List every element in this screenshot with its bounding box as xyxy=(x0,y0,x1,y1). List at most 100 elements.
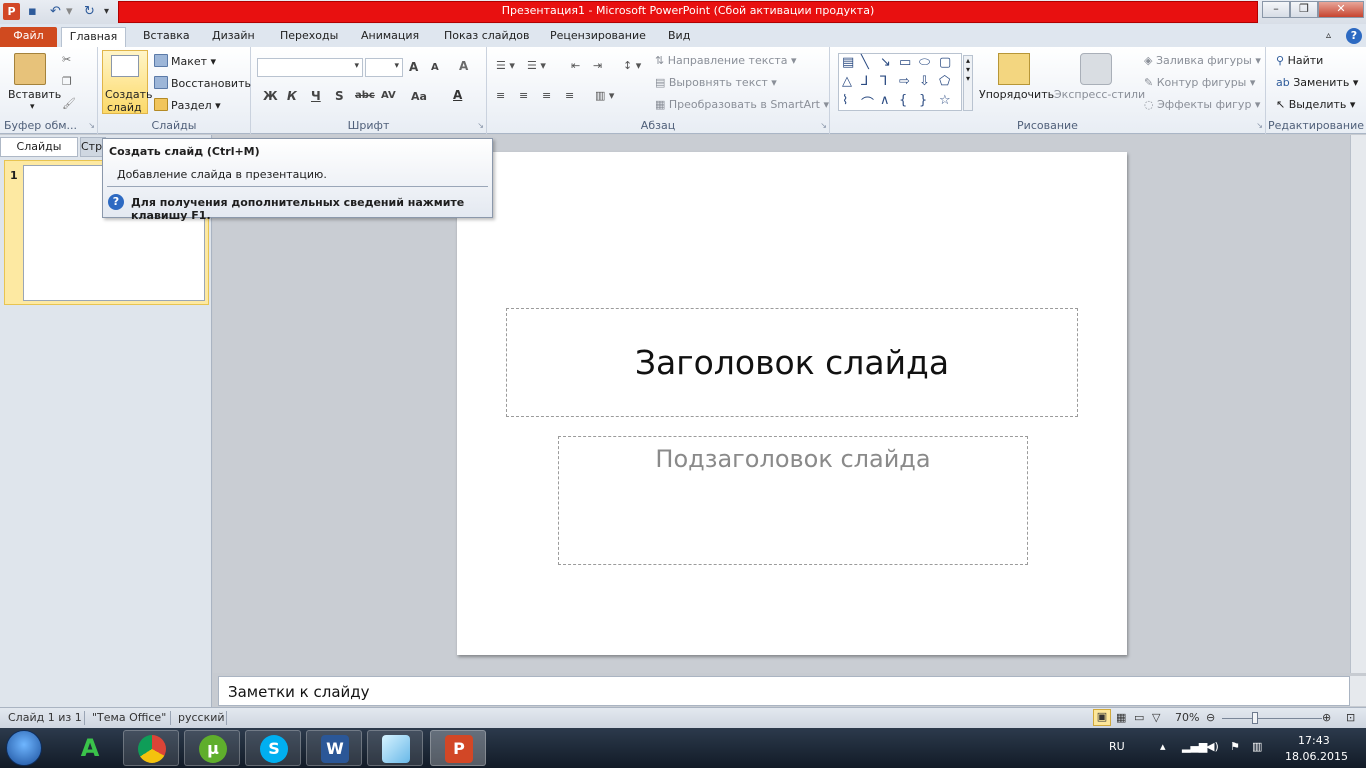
tab-review[interactable]: Рецензирование xyxy=(550,27,646,47)
network-icon[interactable]: ▥ xyxy=(1252,740,1262,753)
taskbar-notes-app[interactable] xyxy=(367,730,423,766)
font-name-combo[interactable] xyxy=(257,58,363,77)
normal-view-icon[interactable]: ▣ xyxy=(1093,709,1111,726)
shape-effects-button[interactable]: ◌ Эффекты фигур ▾ xyxy=(1144,98,1260,111)
minimize-ribbon-icon[interactable]: ▵ xyxy=(1326,27,1331,47)
reset-button[interactable]: Восстановить xyxy=(154,76,251,90)
underline-button[interactable]: Ч xyxy=(311,89,321,103)
reading-view-icon[interactable]: ▭ xyxy=(1134,711,1144,724)
tab-view[interactable]: Вид xyxy=(668,27,690,47)
arrange-icon[interactable] xyxy=(998,53,1030,85)
shrink-font-button[interactable]: A xyxy=(431,62,439,73)
customize-qat-icon[interactable]: ▾ xyxy=(104,3,109,21)
zoom-out-icon[interactable]: ⊖ xyxy=(1206,711,1215,724)
tab-file[interactable]: Файл xyxy=(0,27,57,47)
clear-format-button[interactable]: A xyxy=(459,59,468,73)
align-left-icon[interactable]: ≡ xyxy=(496,89,505,102)
arrange-button[interactable]: Упорядочить xyxy=(979,88,1054,101)
close-button[interactable]: ✕ xyxy=(1318,1,1364,18)
font-size-combo[interactable] xyxy=(365,58,403,77)
font-color-button[interactable]: A xyxy=(453,88,462,102)
quick-styles-icon[interactable] xyxy=(1080,53,1112,85)
strikethrough-button[interactable]: abc xyxy=(355,90,375,101)
powerpoint-app-icon[interactable]: P xyxy=(3,3,20,20)
redo-icon[interactable]: ↻ xyxy=(84,3,95,21)
start-button[interactable] xyxy=(6,730,42,766)
increase-indent-icon[interactable]: ⇥ xyxy=(593,59,602,72)
character-spacing-button[interactable]: AV xyxy=(381,90,396,101)
theme-status[interactable]: "Тема Office" xyxy=(92,711,166,724)
grow-font-button[interactable]: A xyxy=(409,60,418,74)
rounded-rect-shape-icon[interactable]: ▢ xyxy=(939,55,951,70)
convert-smartart-button[interactable]: ▦ Преобразовать в SmartArt ▾ xyxy=(655,98,829,111)
taskbar-app-a[interactable]: A xyxy=(62,730,118,766)
find-button[interactable]: ⚲ Найти xyxy=(1276,54,1323,67)
undo-icon[interactable]: ↶ xyxy=(50,3,61,21)
notes-scrollbar[interactable] xyxy=(1350,676,1366,706)
shapes-gallery[interactable]: ▤ ╲ ↘ ▭ ⬭ ▢ △ ⅃ ⅂ ⇨ ⇩ ⬠ ⌇ ⌒ ∧ { } ☆ xyxy=(838,53,962,112)
save-icon[interactable]: ▪ xyxy=(28,3,37,21)
taskbar-skype[interactable]: S xyxy=(245,730,301,766)
clipboard-launcher-icon[interactable]: ↘ xyxy=(88,121,95,130)
bullets-icon[interactable]: ☰ ▾ xyxy=(496,59,515,72)
help-icon[interactable]: ? xyxy=(1346,28,1362,44)
shadow-button[interactable]: S xyxy=(335,89,344,103)
columns-icon[interactable]: ▥ ▾ xyxy=(595,89,614,102)
decrease-indent-icon[interactable]: ⇤ xyxy=(571,59,580,72)
textbox-shape-icon[interactable]: ▤ xyxy=(842,55,854,70)
tab-home[interactable]: Главная xyxy=(61,27,126,47)
font-launcher-icon[interactable]: ↘ xyxy=(477,121,484,130)
paste-button[interactable]: Вставить xyxy=(8,88,61,101)
line-shape-icon[interactable]: ╲ xyxy=(861,55,869,70)
line-spacing-icon[interactable]: ↕ ▾ xyxy=(623,59,641,72)
taskbar-powerpoint[interactable]: P xyxy=(430,730,486,766)
vertical-scrollbar[interactable] xyxy=(1350,135,1366,673)
tab-slideshow[interactable]: Показ слайдов xyxy=(444,27,530,47)
zoom-slider-track[interactable] xyxy=(1222,718,1322,719)
zoom-level[interactable]: 70% xyxy=(1175,711,1199,724)
zoom-in-icon[interactable]: ⊕ xyxy=(1322,711,1331,724)
drawing-launcher-icon[interactable]: ↘ xyxy=(1256,121,1263,130)
rectangle-shape-icon[interactable]: ▭ xyxy=(899,55,911,70)
arrow-line-shape-icon[interactable]: ↘ xyxy=(880,55,891,70)
cut-icon[interactable]: ✂ xyxy=(62,53,71,66)
taskbar-chrome[interactable] xyxy=(123,730,179,766)
numbering-icon[interactable]: ☰ ▾ xyxy=(527,59,546,72)
taskbar-utorrent[interactable]: µ xyxy=(184,730,240,766)
elbow-connector-shape-icon[interactable]: ⅃ xyxy=(861,74,868,89)
elbow-arrow-shape-icon[interactable]: ⅂ xyxy=(880,74,887,89)
left-brace-shape-icon[interactable]: { xyxy=(899,93,907,108)
signal-icon[interactable]: ▂▄▆ xyxy=(1182,740,1207,753)
select-button[interactable]: ↖ Выделить ▾ xyxy=(1276,98,1355,111)
minimize-button[interactable]: – xyxy=(1262,1,1290,18)
restore-button[interactable]: ❐ xyxy=(1290,1,1318,18)
shapes-scroll-icon[interactable]: ▴ ▾ ▾ xyxy=(963,55,973,111)
layout-button[interactable]: Макет ▾ xyxy=(154,54,216,68)
tab-animation[interactable]: Анимация xyxy=(361,27,419,47)
paragraph-launcher-icon[interactable]: ↘ xyxy=(820,121,827,130)
right-brace-shape-icon[interactable]: } xyxy=(919,93,927,108)
paste-icon[interactable] xyxy=(14,53,46,85)
slide-sorter-icon[interactable]: ▦ xyxy=(1116,711,1126,724)
clock-time[interactable]: 17:43 xyxy=(1298,734,1330,747)
right-arrow-shape-icon[interactable]: ⇨ xyxy=(899,74,910,89)
tab-insert[interactable]: Вставка xyxy=(143,27,190,47)
star-shape-icon[interactable]: ☆ xyxy=(939,93,951,108)
subtitle-placeholder[interactable]: Подзаголовок слайда xyxy=(558,436,1028,565)
align-text-button[interactable]: ▤ Выровнять текст ▾ xyxy=(655,76,777,89)
section-button[interactable]: Раздел ▾ xyxy=(154,98,221,112)
triangle-shape-icon[interactable]: △ xyxy=(842,74,852,89)
freeform-shape-icon[interactable]: ⌇ xyxy=(842,93,848,108)
down-arrow-shape-icon[interactable]: ⇩ xyxy=(919,74,930,89)
curve-shape-icon[interactable]: ⌒ xyxy=(861,93,874,112)
shape-fill-button[interactable]: ◈ Заливка фигуры ▾ xyxy=(1144,54,1261,67)
quick-styles-button[interactable]: Экспресс-стили xyxy=(1054,88,1145,101)
notes-pane[interactable]: Заметки к слайду xyxy=(218,676,1350,706)
tab-design[interactable]: Дизайн xyxy=(212,27,255,47)
undo-dropdown-icon[interactable]: ▾ xyxy=(66,3,73,21)
align-center-icon[interactable]: ≡ xyxy=(519,89,528,102)
text-direction-button[interactable]: ⇅ Направление текста ▾ xyxy=(655,54,797,67)
justify-icon[interactable]: ≡ xyxy=(565,89,574,102)
language-status[interactable]: русский xyxy=(178,711,225,724)
show-hidden-icons[interactable]: ▴ xyxy=(1160,740,1166,753)
